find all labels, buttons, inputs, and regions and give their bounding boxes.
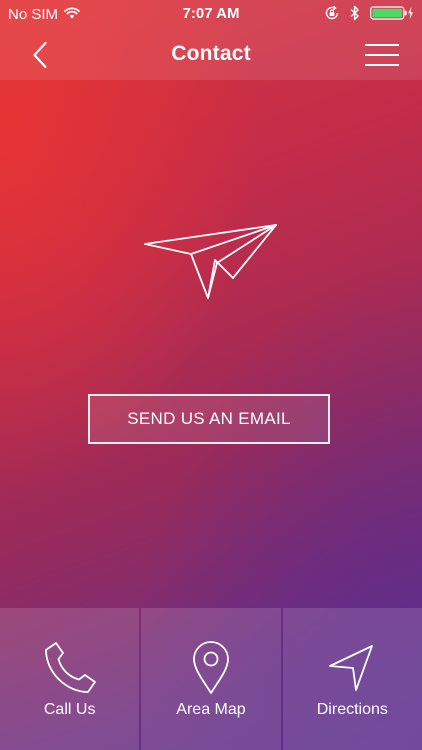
bottom-action-bar: Call Us Area Map Directions — [0, 608, 422, 750]
map-pin-icon — [181, 638, 241, 698]
tab-label-directions: Directions — [316, 701, 388, 718]
status-bar: No SIM 7:07 AM — [0, 0, 422, 30]
orientation-lock-icon — [324, 5, 340, 21]
tab-label-call-us: Call Us — [43, 701, 96, 718]
contact-screen: No SIM 7:07 AM Contact SEND US AN EMAIL … — [0, 0, 422, 750]
tab-call-us[interactable]: Call Us — [0, 608, 140, 750]
menu-button[interactable] — [362, 40, 402, 70]
status-right — [324, 5, 414, 21]
battery-icon — [370, 5, 414, 21]
page-title: Contact — [171, 42, 251, 65]
navigation-arrow-icon — [322, 638, 382, 698]
paper-plane-icon — [144, 224, 277, 299]
send-email-button[interactable]: SEND US AN EMAIL — [88, 394, 330, 444]
nav-bar: Contact — [0, 30, 422, 80]
hamburger-menu-icon — [365, 44, 399, 66]
tab-label-area-map: Area Map — [176, 701, 246, 718]
send-email-label: SEND US AN EMAIL — [127, 409, 291, 428]
phone-icon — [40, 638, 100, 698]
bluetooth-icon — [350, 5, 360, 21]
tab-area-map[interactable]: Area Map — [141, 608, 281, 750]
tab-directions[interactable]: Directions — [282, 608, 422, 750]
